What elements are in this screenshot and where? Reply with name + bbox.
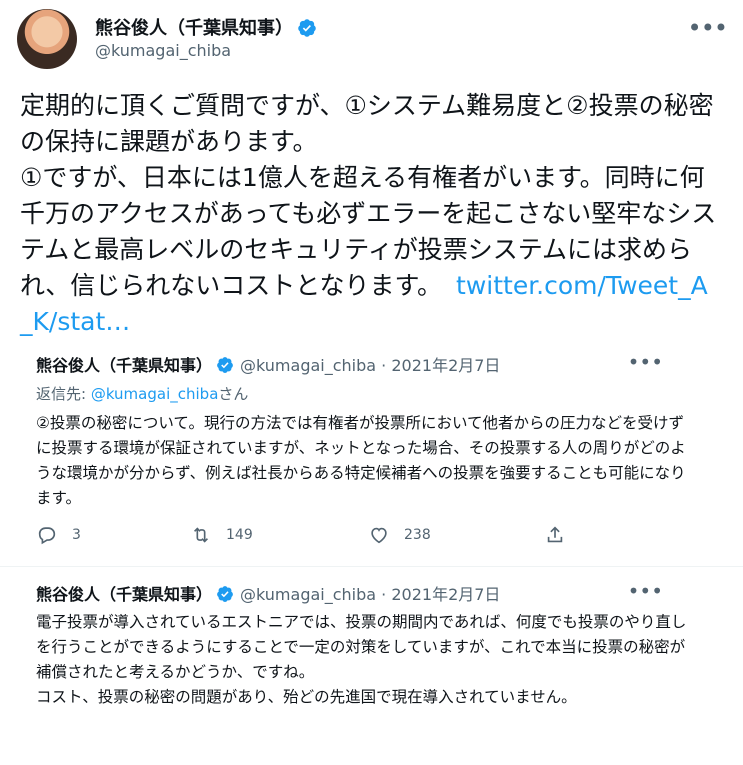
reply2-header: 熊谷俊人（千葉県知事） @kumagai_chiba · 2021年2月7日 [36, 581, 500, 605]
reply2-handle[interactable]: @kumagai_chiba [240, 585, 376, 604]
reply2-text: 電子投票が導入されているエストニアでは、投票の期間内であれば、何度でも投票のやり… [36, 613, 687, 706]
reply-button[interactable]: 3 [36, 524, 81, 546]
tweet-body: 定期的に頂くご質問ですが、①システム難易度と②投票の秘密の保持に課題があります。… [20, 91, 717, 300]
like-count: 238 [404, 527, 431, 543]
heart-icon [371, 527, 387, 544]
reply-to-suffix: さん [218, 385, 249, 403]
more-icon[interactable]: ••• [628, 579, 663, 603]
share-icon [547, 526, 563, 543]
tweet-text: 定期的に頂くご質問ですが、①システム難易度と②投票の秘密の保持に課題があります。… [20, 88, 720, 340]
author-name[interactable]: 熊谷俊人（千葉県知事） [95, 18, 293, 39]
author-handle[interactable]: @kumagai_chiba [95, 41, 231, 60]
avatar[interactable] [17, 9, 77, 69]
verified-badge-icon [217, 357, 233, 373]
reply-count: 3 [72, 527, 81, 543]
reply1-handle[interactable]: @kumagai_chiba [240, 356, 376, 375]
reply1-date[interactable]: · 2021年2月7日 [381, 356, 500, 375]
reply1-author-name[interactable]: 熊谷俊人（千葉県知事） [36, 356, 212, 375]
verified-badge-icon [217, 586, 233, 602]
share-button[interactable] [544, 524, 580, 546]
verified-badge-icon [298, 18, 316, 37]
reply2-author-name[interactable]: 熊谷俊人（千葉県知事） [36, 585, 212, 604]
reply1-header: 熊谷俊人（千葉県知事） @kumagai_chiba · 2021年2月7日 [36, 352, 500, 376]
reply-to-label: 返信先: [36, 385, 91, 403]
reply-to-line: 返信先: @kumagai_chibaさん [36, 383, 248, 404]
reply-to-handle[interactable]: @kumagai_chiba [91, 385, 219, 403]
more-icon[interactable]: ••• [688, 14, 728, 42]
reply1-actions: 3 149 238 [36, 524, 596, 550]
reply2-date[interactable]: · 2021年2月7日 [381, 585, 500, 604]
retweet-count: 149 [226, 527, 253, 543]
more-icon[interactable]: ••• [628, 350, 663, 374]
reply1-text: ②投票の秘密について。現行の方法では有権者が投票所において他者からの圧力などを受… [36, 414, 686, 507]
reply-icon [38, 527, 56, 545]
divider [0, 566, 743, 567]
retweet-icon [193, 527, 209, 543]
author-name-row[interactable]: 熊谷俊人（千葉県知事） [95, 14, 317, 40]
like-button[interactable]: 238 [368, 524, 431, 546]
retweet-button[interactable]: 149 [190, 524, 253, 546]
